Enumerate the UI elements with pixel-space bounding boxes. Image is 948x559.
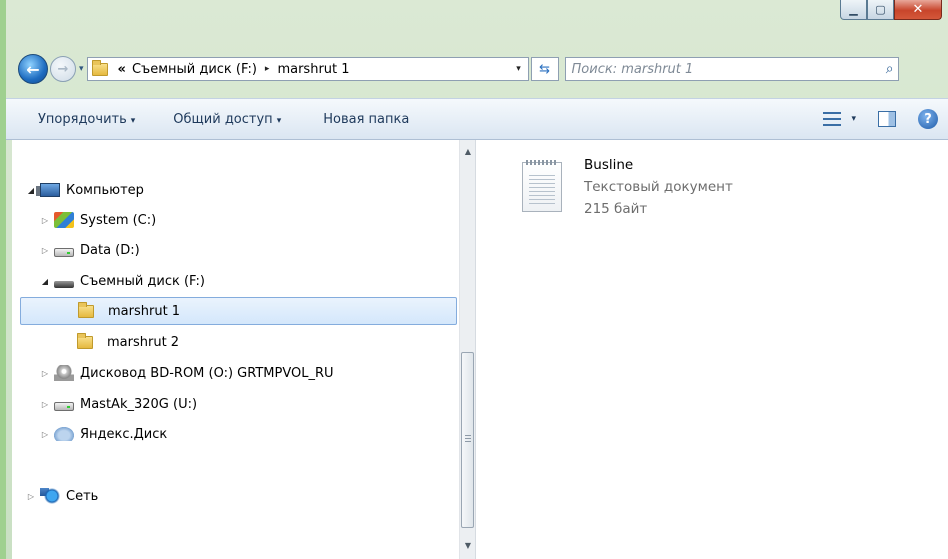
search-input[interactable]: Поиск: marshrut 1 ⌕ xyxy=(564,57,899,81)
new-folder-label: Новая папка xyxy=(323,111,410,127)
tree-item-label: Сеть xyxy=(66,488,99,504)
folder-icon xyxy=(78,301,94,318)
help-icon[interactable]: ? xyxy=(918,109,938,129)
tree-item-label: MastAk_320G (U:) xyxy=(80,396,198,412)
back-arrow-icon: ← xyxy=(26,59,40,79)
change-view-icon[interactable] xyxy=(823,112,842,126)
tree-item-marshrut-2[interactable]: marshrut 2 xyxy=(77,328,179,356)
search-icon[interactable]: ⌕ xyxy=(886,61,894,77)
minimize-button[interactable]: ▁ xyxy=(840,0,867,20)
command-bar: Упорядочить ▾ Общий доступ ▾ Новая папка ▾… xyxy=(6,98,948,140)
collapsed-icon[interactable]: ▷ xyxy=(40,430,50,439)
tree-item-data-d[interactable]: ▷ Data (D:) xyxy=(40,236,140,264)
refresh-button[interactable]: ⇆ xyxy=(530,57,559,81)
tree-item-label: marshrut 1 xyxy=(108,303,181,319)
tree-item-label: Компьютер xyxy=(66,182,144,198)
navigation-pane: ◢ Компьютер ▷ System (C:) ▷ Data (D:) ◢ … xyxy=(12,140,459,559)
network-icon xyxy=(40,488,60,504)
tree-item-label: System (C:) xyxy=(80,212,157,228)
collapsed-icon[interactable]: ▷ xyxy=(40,400,50,409)
tree-item-computer[interactable]: ◢ Компьютер xyxy=(26,176,144,204)
optical-drive-icon xyxy=(54,365,74,381)
collapsed-icon[interactable]: ▷ xyxy=(40,246,50,255)
removable-disk-icon xyxy=(54,280,74,288)
title-bar: ▁ ▢ ✕ xyxy=(6,0,948,46)
tree-item-yandex-disk[interactable]: ▷ Яндекс.Диск xyxy=(40,420,167,448)
forward-arrow-icon: → xyxy=(57,61,69,77)
tree-item-mastak-u[interactable]: ▷ MastAk_320G (U:) xyxy=(40,390,197,418)
view-controls: ▾ ? xyxy=(823,109,948,129)
scroll-up-arrow[interactable]: ▲ xyxy=(460,144,476,160)
tree-item-label: Дисковод BD-ROM (O:) GRTMPVOL_RU xyxy=(80,365,334,381)
scroll-down-arrow[interactable]: ▼ xyxy=(460,538,476,554)
tree-item-label: Съемный диск (F:) xyxy=(80,273,205,289)
tree-item-removable-f[interactable]: ◢ Съемный диск (F:) xyxy=(40,267,205,295)
file-size: 215 байт xyxy=(584,201,648,217)
folder-icon xyxy=(91,59,108,76)
collapsed-icon[interactable]: ▷ xyxy=(26,492,36,501)
file-details: Busline Текстовый документ 215 байт xyxy=(584,154,733,220)
hard-drive-icon xyxy=(54,248,74,257)
tree-item-marshrut-1[interactable]: marshrut 1 xyxy=(20,297,457,325)
breadcrumb-marshrut-1[interactable]: marshrut 1 xyxy=(277,62,349,77)
tree-item-system-c[interactable]: ▷ System (C:) xyxy=(40,206,156,234)
chevron-down-icon: ▾ xyxy=(130,115,136,126)
close-button[interactable]: ✕ xyxy=(894,0,942,20)
window-controls: ▁ ▢ ✕ xyxy=(840,0,942,20)
search-placeholder: Поиск: marshrut 1 xyxy=(571,61,694,77)
share-label: Общий доступ xyxy=(173,111,273,127)
tree-item-label: marshrut 2 xyxy=(107,334,180,350)
share-button[interactable]: Общий доступ ▾ xyxy=(163,112,291,127)
windows-drive-icon xyxy=(54,212,74,228)
tree-item-label: Яндекс.Диск xyxy=(80,426,168,442)
back-button[interactable]: ← xyxy=(18,54,48,84)
organize-label: Упорядочить xyxy=(38,111,127,127)
file-item[interactable]: Busline Текстовый документ 215 байт xyxy=(522,154,733,220)
organize-button[interactable]: Упорядочить ▾ xyxy=(28,112,145,127)
chevron-down-icon: ▾ xyxy=(276,115,282,126)
refresh-icon: ⇆ xyxy=(539,61,550,77)
hard-drive-icon xyxy=(54,402,74,411)
preview-pane-icon[interactable] xyxy=(878,111,896,127)
maximize-button[interactable]: ▢ xyxy=(867,0,894,20)
file-type: Текстовый документ xyxy=(584,179,733,195)
file-name: Busline xyxy=(584,157,634,173)
collapsed-icon[interactable]: ▷ xyxy=(40,216,50,225)
navigation-bar: ← → ▾ « Съемный диск (F:) ▸ marshrut 1 ▾… xyxy=(18,50,948,88)
text-document-icon xyxy=(522,160,562,212)
file-list: Busline Текстовый документ 215 байт xyxy=(476,140,948,559)
expanded-icon[interactable]: ◢ xyxy=(40,277,50,286)
computer-icon xyxy=(36,183,60,197)
tree-item-network[interactable]: ▷ Сеть xyxy=(26,482,98,510)
folder-icon xyxy=(77,332,93,349)
new-folder-button[interactable]: Новая папка xyxy=(313,112,419,127)
view-dropdown-button[interactable]: ▾ xyxy=(851,114,856,124)
navigation-scrollbar[interactable]: ▲ ▼ xyxy=(459,140,476,559)
breadcrumb-separator[interactable]: ▸ xyxy=(265,64,270,74)
tree-item-label: Data (D:) xyxy=(80,242,140,258)
forward-button[interactable]: → xyxy=(50,56,76,82)
breadcrumb-overflow[interactable]: « xyxy=(118,62,126,77)
collapsed-icon[interactable]: ▷ xyxy=(40,369,50,378)
address-bar[interactable]: « Съемный диск (F:) ▸ marshrut 1 ▾ xyxy=(86,57,529,81)
scrollbar-thumb[interactable] xyxy=(461,352,474,528)
address-dropdown-button[interactable]: ▾ xyxy=(510,64,528,74)
cloud-drive-icon xyxy=(54,427,74,441)
grip-icon xyxy=(465,435,471,442)
tree-item-bd-rom-o[interactable]: ▷ Дисковод BD-ROM (O:) GRTMPVOL_RU xyxy=(40,359,334,387)
breadcrumb-removable-disk[interactable]: Съемный диск (F:) xyxy=(132,62,257,77)
recent-pages-button[interactable]: ▾ xyxy=(79,64,84,74)
expanded-icon[interactable]: ◢ xyxy=(26,186,36,195)
explorer-window: ▁ ▢ ✕ ← → ▾ « Съемный диск (F:) ▸ marshr… xyxy=(0,0,948,559)
